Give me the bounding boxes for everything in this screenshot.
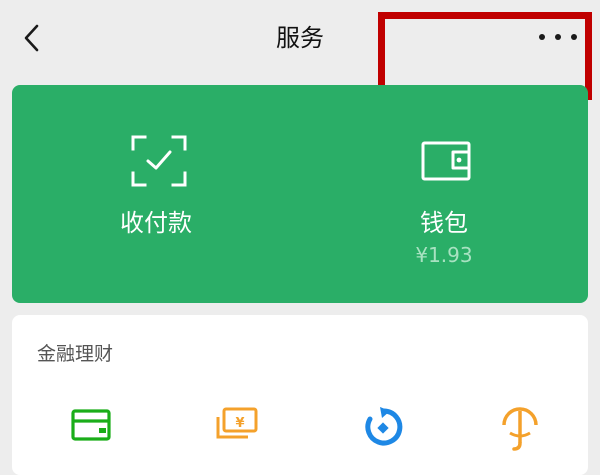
wallet-button[interactable]: 钱包 ¥1.93 xyxy=(300,85,588,303)
more-horizontal-icon-dot xyxy=(555,34,561,40)
finance-section-card: 金融理财 ¥ xyxy=(12,315,588,475)
more-horizontal-icon-dot xyxy=(571,34,577,40)
credit-card-icon xyxy=(71,409,111,441)
wallet-balance: ¥1.93 xyxy=(415,243,473,267)
more-options-button[interactable] xyxy=(535,22,581,52)
finance-item-credit-card[interactable] xyxy=(62,407,122,455)
pay-receive-label: 收付款 xyxy=(120,209,192,237)
page-title: 服务 xyxy=(276,24,324,52)
section-title: 金融理财 xyxy=(37,343,114,365)
back-button[interactable] xyxy=(14,20,50,56)
chevron-left-icon xyxy=(24,24,39,52)
scan-check-icon xyxy=(131,135,187,187)
finance-item-licaitong[interactable] xyxy=(354,407,414,455)
svg-text:¥: ¥ xyxy=(235,416,244,431)
top-navigation-bar: 服务 xyxy=(0,0,600,80)
wallet-card: 收付款 钱包 ¥1.93 xyxy=(12,85,588,303)
wallet-label: 钱包 xyxy=(420,209,468,237)
more-horizontal-icon xyxy=(539,34,545,40)
yuan-bills-icon: ¥ xyxy=(216,407,258,439)
finance-item-wealth[interactable]: ¥ xyxy=(207,407,267,455)
finance-item-insurance[interactable] xyxy=(490,407,550,455)
pay-receive-button[interactable]: 收付款 xyxy=(12,85,300,303)
wealth-refresh-icon xyxy=(365,407,403,446)
insurance-umbrella-icon xyxy=(502,407,538,451)
wallet-icon xyxy=(419,135,475,187)
